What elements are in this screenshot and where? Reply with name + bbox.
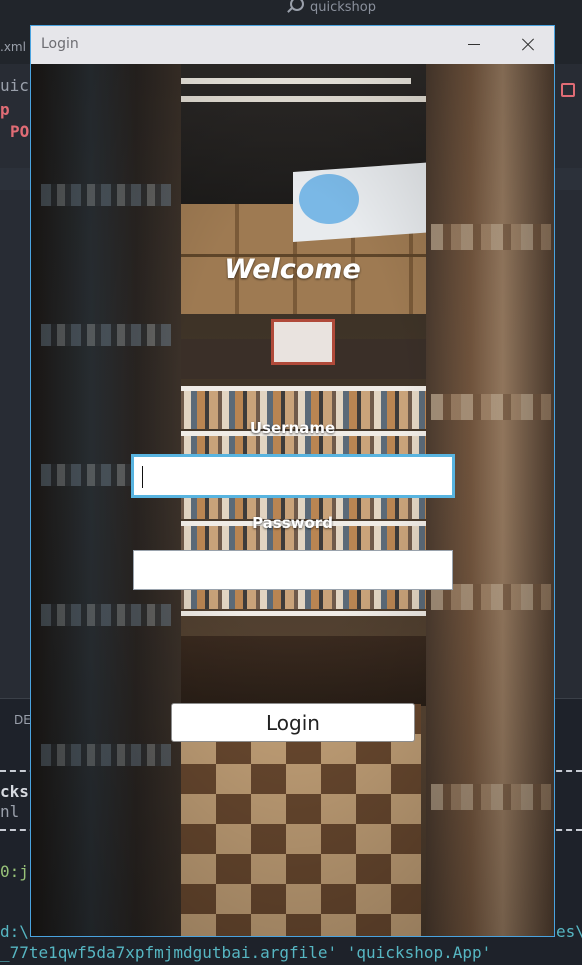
terminal-line: 0:j — [0, 862, 29, 881]
password-input[interactable] — [133, 550, 453, 590]
username-label: Username — [249, 419, 336, 437]
search-icon — [286, 0, 304, 14]
ide-panel-tab[interactable]: DE — [14, 713, 31, 727]
login-window: Login Welcome Username Password Login — [30, 25, 555, 937]
ide-file-tab[interactable]: .xml — [0, 40, 26, 54]
window-title-bar[interactable]: Login — [31, 26, 554, 64]
terminal-line: d:\ — [0, 922, 29, 941]
screen: quickshop .xml uick p PO DE cksh nl 0:j … — [0, 0, 582, 965]
stop-icon[interactable] — [561, 83, 575, 97]
terminal-line: nl — [0, 802, 20, 821]
window-title: Login — [41, 36, 79, 52]
ide-editor-line: PO — [10, 122, 30, 141]
login-button[interactable]: Login — [171, 703, 415, 742]
terminal-line: es\ — [556, 922, 582, 941]
ide-editor-line: p — [0, 100, 10, 119]
ide-search-box[interactable]: quickshop — [286, 0, 376, 15]
background-photo — [31, 64, 554, 936]
password-label: Password — [252, 514, 333, 532]
ide-search-text: quickshop — [310, 0, 376, 15]
welcome-heading: Welcome — [224, 254, 361, 285]
close-icon[interactable] — [505, 26, 551, 64]
minimize-icon[interactable] — [451, 26, 497, 64]
username-input[interactable] — [131, 454, 455, 498]
text-caret — [142, 466, 143, 488]
terminal-line: _77te1qwf5da7xpfmjmdgutbai.argfile' 'qui… — [0, 943, 492, 962]
